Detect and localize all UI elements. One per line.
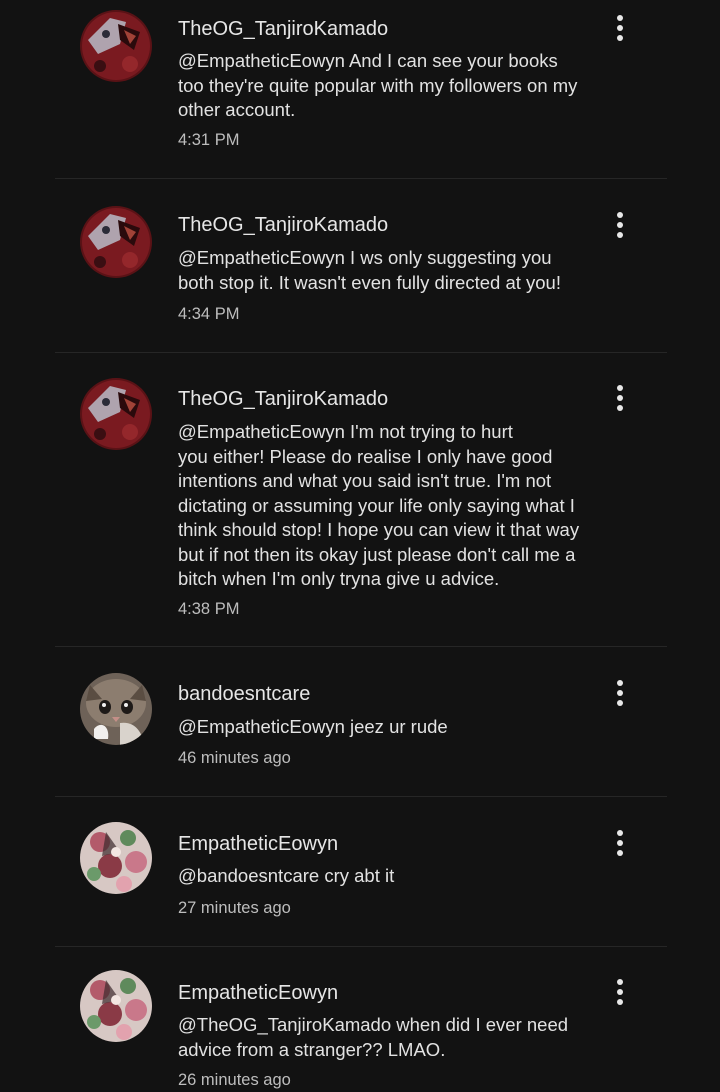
- tanjiro-avatar-icon[interactable]: [80, 378, 152, 450]
- comment-line: other account.: [178, 99, 296, 120]
- comment-text: @EmpatheticEowyn I ws only suggesting yo…: [178, 246, 648, 295]
- comment-author[interactable]: EmpatheticEowyn: [178, 832, 338, 856]
- comment-timestamp: 4:34 PM: [178, 305, 240, 323]
- comment-line: @EmpatheticEowyn And I can see your book…: [178, 50, 558, 71]
- divider: [55, 352, 667, 353]
- comment-line: @TheOG_TanjiroKamado when did I ever nee…: [178, 1014, 569, 1035]
- comment-timestamp: 27 minutes ago: [178, 899, 291, 917]
- comment-text: @bandoesntcare cry abt it: [178, 864, 648, 889]
- comment-line: @EmpatheticEowyn jeez ur rude: [178, 716, 448, 737]
- more-vertical-icon[interactable]: [606, 972, 634, 1012]
- comment-line: @EmpatheticEowyn I ws only suggesting yo…: [178, 247, 552, 268]
- comment-timestamp: 46 minutes ago: [178, 749, 291, 767]
- comment-line: you either! Please do realise I only hav…: [178, 445, 553, 467]
- comment-timestamp: 4:31 PM: [178, 131, 240, 149]
- comment-line: but if not then its okay just please don…: [178, 543, 576, 565]
- comment-line: think should stop! I hope you can view i…: [178, 519, 580, 540]
- comment-author[interactable]: TheOG_TanjiroKamado: [178, 17, 388, 41]
- comment-line: intentions and what you said isn't true.…: [178, 470, 552, 491]
- comment-text: @EmpatheticEowyn And I can see your book…: [178, 49, 648, 123]
- comment-line: bitch when I'm only tryna give u advice.: [178, 568, 500, 589]
- floral-avatar-icon[interactable]: [80, 970, 152, 1042]
- floral-avatar-icon[interactable]: [80, 822, 152, 894]
- comment-line: @bandoesntcare cry abt it: [178, 865, 395, 886]
- comment-line: @EmpatheticEowyn I'm not trying to hurt: [178, 421, 513, 442]
- comment-line: dictating or assuming your life only say…: [178, 494, 575, 516]
- comment-text: @EmpatheticEowyn jeez ur rude: [178, 715, 648, 740]
- comment-line: advice from a stranger?? LMAO.: [178, 1038, 446, 1060]
- more-vertical-icon[interactable]: [606, 378, 634, 418]
- more-vertical-icon[interactable]: [606, 205, 634, 245]
- tanjiro-avatar-icon[interactable]: [80, 10, 152, 82]
- comment-text: @EmpatheticEowyn I'm not trying to hurt …: [178, 420, 648, 592]
- comment-author[interactable]: TheOG_TanjiroKamado: [178, 213, 388, 237]
- tanjiro-avatar-icon[interactable]: [80, 206, 152, 278]
- comment-timestamp: 26 minutes ago: [178, 1071, 291, 1089]
- comment-text: @TheOG_TanjiroKamado when did I ever nee…: [178, 1013, 648, 1062]
- divider: [55, 946, 667, 947]
- comment-feed: TheOG_TanjiroKamado @EmpatheticEowyn And…: [0, 0, 720, 1092]
- comment-timestamp: 4:38 PM: [178, 600, 240, 618]
- divider: [55, 646, 667, 647]
- kitten-avatar-icon[interactable]: [80, 673, 152, 745]
- divider: [55, 796, 667, 797]
- comment-author[interactable]: EmpatheticEowyn: [178, 981, 338, 1005]
- more-vertical-icon[interactable]: [606, 8, 634, 48]
- comment-author[interactable]: bandoesntcare: [178, 682, 310, 706]
- more-vertical-icon[interactable]: [606, 673, 634, 713]
- more-vertical-icon[interactable]: [606, 823, 634, 863]
- comment-author[interactable]: TheOG_TanjiroKamado: [178, 387, 388, 411]
- divider: [55, 178, 667, 179]
- comment-line: too they're quite popular with my follow…: [178, 74, 578, 96]
- comment-line: both stop it. It wasn't even fully direc…: [178, 271, 561, 293]
